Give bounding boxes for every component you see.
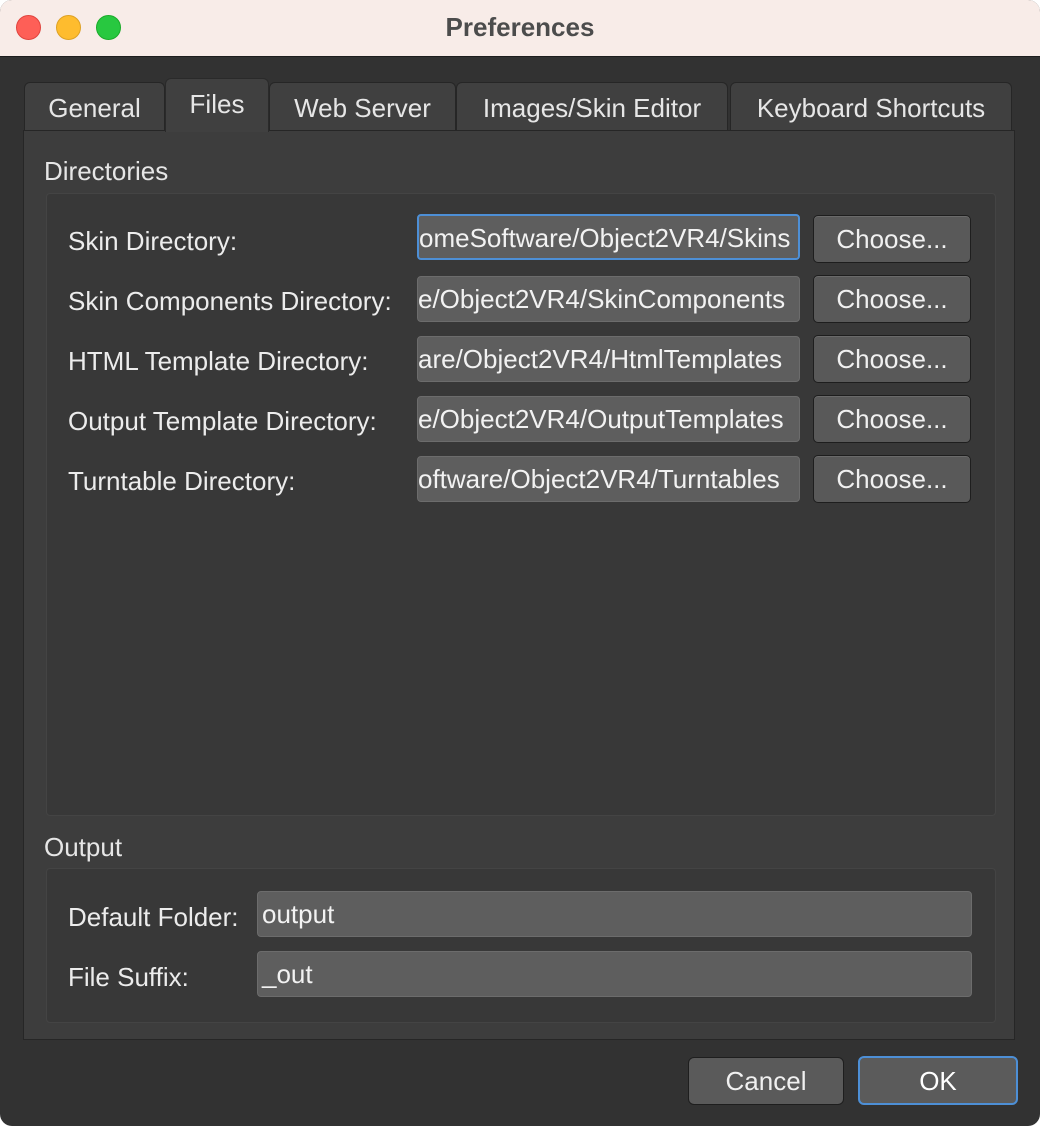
html-template-directory-field[interactable]: are/Object2VR4/HtmlTemplates bbox=[417, 336, 800, 382]
ok-button[interactable]: OK bbox=[858, 1056, 1018, 1105]
turntable-directory-field[interactable]: oftware/Object2VR4/Turntables bbox=[417, 456, 800, 502]
html-template-directory-label: HTML Template Directory: bbox=[68, 346, 369, 376]
default-folder-field[interactable]: output bbox=[257, 891, 972, 937]
html-template-directory-choose-button[interactable]: Choose... bbox=[813, 335, 971, 383]
tab-images-skin-editor[interactable]: Images/Skin Editor bbox=[456, 82, 728, 130]
output-template-directory-field[interactable]: e/Object2VR4/OutputTemplates bbox=[417, 396, 800, 442]
skin-components-directory-field[interactable]: e/Object2VR4/SkinComponents bbox=[417, 276, 800, 322]
preferences-window: Preferences General Files Web Server Ima… bbox=[0, 0, 1040, 1126]
file-suffix-label: File Suffix: bbox=[68, 962, 189, 992]
skin-directory-field[interactable]: omeSoftware/Object2VR4/Skins bbox=[417, 214, 800, 260]
cancel-button[interactable]: Cancel bbox=[688, 1057, 844, 1105]
file-suffix-field[interactable]: _out bbox=[257, 951, 972, 997]
window-title: Preferences bbox=[445, 12, 595, 42]
skin-components-directory-label: Skin Components Directory: bbox=[68, 286, 392, 316]
skin-directory-label: Skin Directory: bbox=[68, 226, 238, 256]
title-bar: Preferences bbox=[0, 0, 1040, 57]
directories-group-title: Directories bbox=[44, 156, 169, 186]
default-folder-label: Default Folder: bbox=[68, 902, 239, 932]
skin-components-directory-choose-button[interactable]: Choose... bbox=[813, 275, 971, 323]
tab-keyboard-shortcuts[interactable]: Keyboard Shortcuts bbox=[730, 82, 1012, 130]
output-template-directory-choose-button[interactable]: Choose... bbox=[813, 395, 971, 443]
skin-directory-choose-button[interactable]: Choose... bbox=[813, 215, 971, 263]
tab-general[interactable]: General bbox=[24, 82, 165, 130]
tab-files[interactable]: Files bbox=[165, 78, 269, 132]
tab-web-server[interactable]: Web Server bbox=[269, 82, 456, 130]
output-template-directory-label: Output Template Directory: bbox=[68, 406, 377, 436]
output-group-title: Output bbox=[44, 832, 123, 862]
files-tab-panel: Directories Skin Directory: omeSoftware/… bbox=[23, 130, 1015, 1040]
turntable-directory-choose-button[interactable]: Choose... bbox=[813, 455, 971, 503]
turntable-directory-label: Turntable Directory: bbox=[68, 466, 296, 496]
